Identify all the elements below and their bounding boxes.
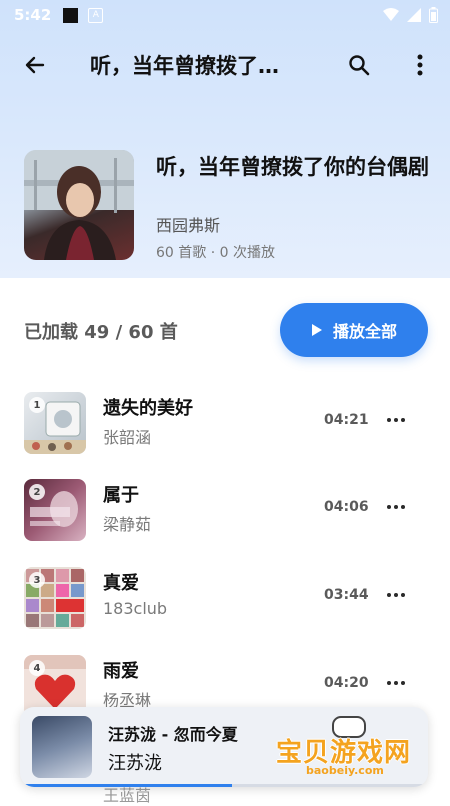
more-dot-icon xyxy=(387,418,391,422)
app-notification-icon: A xyxy=(88,7,104,23)
album-cover xyxy=(24,150,134,260)
search-icon xyxy=(349,55,370,76)
song-row[interactable]: 2 属于 梁静茹 04:06 xyxy=(0,467,450,547)
wifi-icon xyxy=(383,8,399,21)
now-playing-artist: 汪苏泷 xyxy=(108,753,162,774)
more-dot-icon xyxy=(394,505,398,509)
more-dot-icon xyxy=(401,681,405,685)
more-dot-icon xyxy=(387,505,391,509)
song-artist: 梁静茹 xyxy=(103,515,152,534)
album-artist[interactable]: 西园弗斯 xyxy=(156,212,220,236)
more-dot-icon xyxy=(387,593,391,597)
now-playing-cover xyxy=(32,716,92,778)
album-cover-art xyxy=(24,150,134,260)
song-duration: 04:20 xyxy=(324,675,369,691)
play-all-label: 播放全部 xyxy=(332,322,397,341)
more-vertical-icon xyxy=(417,54,423,76)
more-dot-icon xyxy=(394,593,398,597)
play-all-button[interactable]: 播放全部 xyxy=(280,303,428,357)
song-title: 遗失的美好 xyxy=(103,398,193,419)
song-more-button[interactable] xyxy=(382,673,410,693)
song-artist: 张韶涵 xyxy=(103,428,152,447)
playback-progress-fill xyxy=(20,784,233,787)
song-title: 真爱 xyxy=(103,573,139,594)
track-number: 3 xyxy=(29,572,45,588)
status-time: 5:42 xyxy=(14,6,52,24)
more-dot-icon xyxy=(401,418,405,422)
now-playing-title: 汪苏泷 - 忽而今夏 xyxy=(108,725,238,744)
status-bar: 5:42 A xyxy=(0,0,450,30)
more-dot-icon xyxy=(394,681,398,685)
track-number: 2 xyxy=(29,484,45,500)
page-title: 听，当年曾撩拨了… xyxy=(90,54,279,78)
signal-icon xyxy=(407,8,421,22)
track-number: 1 xyxy=(29,397,45,413)
song-more-button[interactable] xyxy=(382,497,410,517)
play-icon xyxy=(311,324,322,336)
song-row[interactable]: 3 真爱 183club 03:44 xyxy=(0,555,450,635)
arrow-left-icon xyxy=(25,56,45,74)
album-title: 听，当年曾撩拨了你的台偶剧 xyxy=(156,155,429,179)
song-title: 雨爱 xyxy=(103,661,139,682)
song-cover: 2 xyxy=(24,479,86,541)
song-more-button[interactable] xyxy=(382,410,410,430)
song-artist: 183club xyxy=(103,599,168,618)
song-row[interactable]: 1 遗失的美好 张韶涵 04:21 xyxy=(0,380,450,460)
battery-icon xyxy=(429,7,438,23)
playback-progress xyxy=(20,784,428,787)
song-duration: 04:06 xyxy=(324,499,369,515)
more-dot-icon xyxy=(387,681,391,685)
notification-icon xyxy=(63,7,79,23)
more-dot-icon xyxy=(401,593,405,597)
song-cover: 3 xyxy=(24,567,86,629)
more-dot-icon xyxy=(394,418,398,422)
track-number: 4 xyxy=(29,660,45,676)
more-options-button[interactable] xyxy=(400,45,440,85)
song-title: 属于 xyxy=(103,485,139,506)
song-cover: 1 xyxy=(24,392,86,454)
search-button[interactable] xyxy=(339,45,379,85)
album-meta: 60 首歌 · 0 次播放 xyxy=(156,245,275,261)
song-more-button[interactable] xyxy=(382,585,410,605)
loaded-count: 已加载 49 / 60 首 xyxy=(24,322,178,343)
back-button[interactable] xyxy=(15,45,55,85)
more-dot-icon xyxy=(401,505,405,509)
watermark: 宝贝游戏网 baobeiy.com xyxy=(276,716,426,780)
song-duration: 03:44 xyxy=(324,587,369,603)
song-duration: 04:21 xyxy=(324,412,369,428)
watermark-url: baobeiy.com xyxy=(306,764,384,777)
